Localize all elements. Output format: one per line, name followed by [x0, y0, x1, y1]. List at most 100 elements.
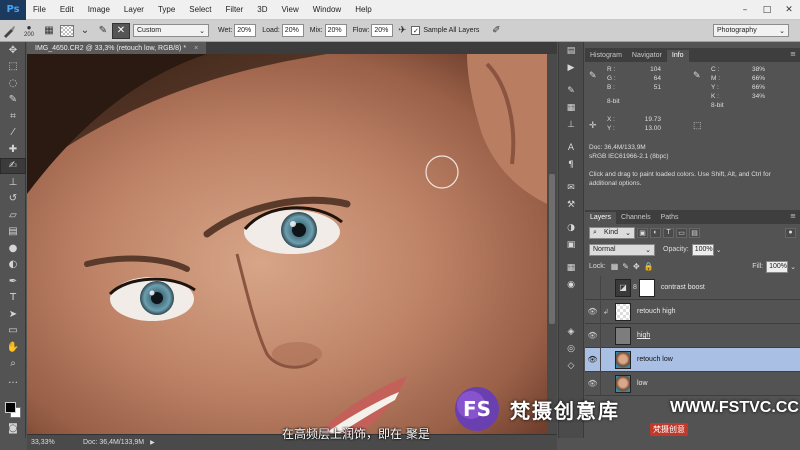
menu-edit[interactable]: Edit [53, 5, 81, 14]
layer-retouch-high[interactable]: 👁 ↲ retouch high [585, 299, 800, 324]
history-brush-tool-icon[interactable]: ↺ [0, 191, 26, 208]
sample-all-layers-checkbox[interactable]: ✓ [411, 26, 421, 35]
smart-object-filter-icon[interactable]: ▤ [689, 227, 700, 238]
pen-tool-icon[interactable]: ✒ [0, 273, 26, 290]
opacity-field[interactable]: 100% [691, 243, 714, 256]
blend-preset-select[interactable]: Custom ⌄ [133, 24, 209, 37]
clone-source-icon[interactable]: ⊥ [559, 116, 583, 133]
paragraph-panel-icon[interactable]: ¶ [559, 156, 583, 173]
mixer-brush-tool-icon[interactable]: ✍ [0, 157, 26, 174]
layer-name[interactable]: high [637, 332, 650, 339]
lasso-tool-icon[interactable]: ◌ [0, 75, 26, 92]
more-tools-icon[interactable]: … [0, 372, 26, 389]
panel-menu-icon[interactable]: ≡ [790, 50, 796, 58]
lock-pixels-icon[interactable]: ✎ [622, 262, 629, 271]
minimize-button[interactable]: – [734, 0, 756, 20]
blend-mode-select[interactable]: Normal ⌄ [589, 243, 655, 256]
dodge-tool-icon[interactable]: ◐ [0, 257, 26, 274]
lock-transparency-icon[interactable]: ▦ [611, 262, 619, 271]
menu-type[interactable]: Type [151, 5, 182, 14]
zoom-tool-icon[interactable]: ⌕ [0, 356, 26, 373]
quick-select-tool-icon[interactable]: ✎ [0, 92, 26, 109]
menu-view[interactable]: View [275, 5, 306, 14]
swatches-panel-icon[interactable]: ▦ [559, 259, 583, 276]
zoom-level[interactable]: 33,33% [27, 439, 71, 446]
clean-brush-icon[interactable]: ✎ [94, 23, 112, 39]
eye-icon[interactable]: 👁 [585, 323, 601, 348]
character-panel-icon[interactable]: A [559, 139, 583, 156]
tab-channels[interactable]: Channels [616, 212, 656, 224]
tab-histogram[interactable]: Histogram [585, 50, 627, 62]
layer-high[interactable]: 👁 high [585, 323, 800, 348]
menu-3d[interactable]: 3D [250, 5, 274, 14]
scrollbar-thumb[interactable] [549, 174, 555, 324]
shape-tool-icon[interactable]: ▭ [0, 323, 26, 340]
chevron-down-icon[interactable]: ⌄ [716, 246, 722, 254]
flow-field[interactable]: 20% [371, 24, 394, 37]
close-window-button[interactable]: ✕ [778, 0, 800, 20]
eye-icon[interactable]: 👁 [585, 299, 601, 324]
document-tab[interactable]: IMG_4650.CR2 @ 33,3% (retouch low, RGB/8… [27, 42, 207, 54]
menu-help[interactable]: Help [348, 5, 378, 14]
workspace-select[interactable]: Photography ⌄ [713, 24, 789, 37]
layer-name[interactable]: retouch high [637, 308, 676, 315]
panel-menu-icon[interactable]: ≡ [790, 212, 796, 220]
tool-presets-icon[interactable]: ⚒ [559, 196, 583, 213]
eye-icon[interactable]: 👁 [585, 347, 601, 372]
channels-panel-icon[interactable]: ◎ [559, 340, 583, 357]
styles-panel-icon[interactable]: ▣ [559, 236, 583, 253]
shape-filter-icon[interactable]: ▭ [676, 227, 687, 238]
tab-paths[interactable]: Paths [656, 212, 684, 224]
layer-retouch-low[interactable]: 👁 retouch low [585, 347, 800, 372]
notes-panel-icon[interactable]: ✉ [559, 179, 583, 196]
layer-name[interactable]: retouch low [637, 356, 673, 363]
eyedropper-tool-icon[interactable]: ⁄ [0, 125, 26, 142]
brush-panel-icon[interactable]: ▦ [559, 99, 583, 116]
load-field[interactable]: 20% [281, 24, 304, 37]
menu-filter[interactable]: Filter [219, 5, 251, 14]
menu-layer[interactable]: Layer [117, 5, 151, 14]
pixel-filter-icon[interactable]: ▣ [637, 227, 648, 238]
layer-low[interactable]: 👁 low [585, 371, 800, 396]
quick-mask-icon[interactable]: ◙ [0, 420, 26, 437]
lock-all-icon[interactable]: 🔒 [644, 262, 654, 271]
layer-name[interactable]: low [637, 380, 648, 387]
layer-mask-thumbnail[interactable] [638, 278, 655, 297]
type-tool-icon[interactable]: T [0, 290, 26, 307]
wet-field[interactable]: 20% [234, 24, 257, 37]
layers-panel-icon[interactable]: ◈ [559, 323, 583, 340]
fill-field[interactable]: 100% [766, 260, 789, 273]
clone-stamp-tool-icon[interactable]: ⊥ [0, 174, 26, 191]
menu-file[interactable]: File [26, 5, 53, 14]
tab-layers[interactable]: Layers [585, 212, 617, 224]
menu-window[interactable]: Window [306, 5, 348, 14]
eraser-tool-icon[interactable]: ▱ [0, 207, 26, 224]
tab-navigator[interactable]: Navigator [627, 50, 667, 62]
adjustments-panel-icon[interactable]: ◑ [559, 219, 583, 236]
document-canvas[interactable] [27, 54, 547, 434]
vertical-scrollbar[interactable] [547, 54, 557, 434]
crop-tool-icon[interactable]: ⌗ [0, 108, 26, 125]
paths-panel-icon[interactable]: ◇ [559, 357, 583, 374]
hand-tool-icon[interactable]: ✋ [0, 339, 26, 356]
healing-brush-tool-icon[interactable]: ✚ [0, 141, 26, 158]
airbrush-icon[interactable]: ✈ [393, 23, 411, 39]
color-panel-icon[interactable]: ◉ [559, 276, 583, 293]
gradient-tool-icon[interactable]: ▤ [0, 224, 26, 241]
actions-panel-icon[interactable]: ▶ [559, 59, 583, 76]
layer-contrast-boost[interactable]: ◪ 8 contrast boost [585, 275, 800, 300]
blur-tool-icon[interactable]: ● [0, 240, 26, 257]
visibility-toggle[interactable] [585, 275, 601, 300]
status-menu-arrow-icon[interactable]: ▶ [150, 439, 155, 446]
menu-image[interactable]: Image [81, 5, 117, 14]
kind-filter-select[interactable]: ⌕ Kind ⌄ [589, 226, 635, 239]
lock-position-icon[interactable]: ✥ [633, 262, 640, 271]
maximize-button[interactable]: □ [756, 0, 778, 20]
load-after-stroke-icon[interactable]: ✕ [112, 22, 130, 39]
marquee-tool-icon[interactable]: ⬚ [0, 59, 26, 76]
path-select-tool-icon[interactable]: ➤ [0, 306, 26, 323]
pressure-icon[interactable]: ✐ [487, 23, 505, 39]
mixer-brush-tool-icon[interactable] [0, 23, 18, 39]
filter-toggle-icon[interactable]: ● [785, 227, 796, 238]
close-icon[interactable]: × [194, 45, 198, 52]
